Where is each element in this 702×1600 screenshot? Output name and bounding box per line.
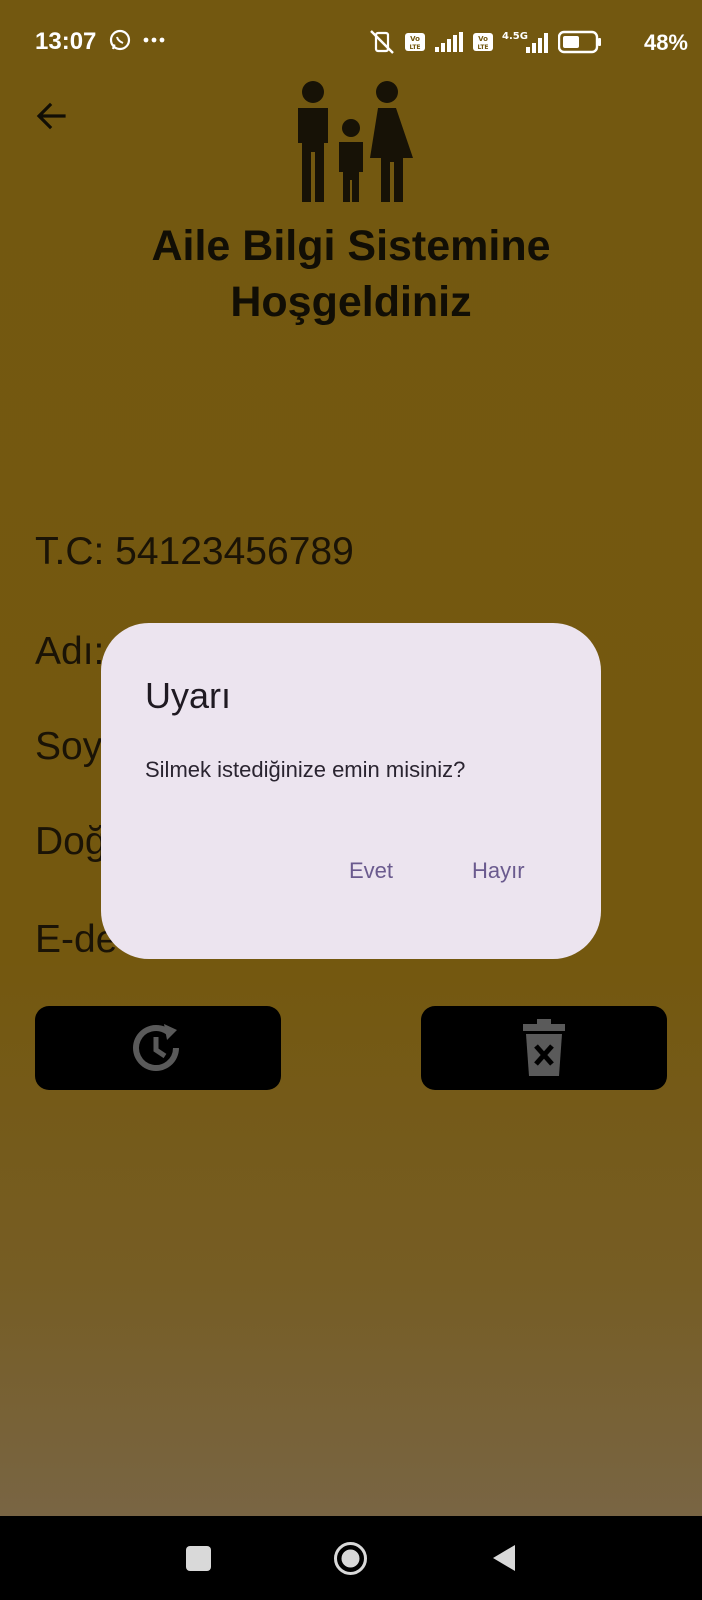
dialog-message: Silmek istediğinize emin misiniz?	[145, 757, 466, 782]
home-button[interactable]	[333, 1541, 368, 1576]
svg-text:Vo: Vo	[410, 35, 420, 43]
status-right-icons: Vo LTE Vo LTE 4.5G	[368, 28, 602, 56]
whatsapp-icon	[109, 29, 131, 51]
confirm-button[interactable]: Evet	[349, 858, 393, 884]
recents-button[interactable]	[186, 1546, 211, 1571]
system-nav-bar	[0, 1516, 702, 1600]
more-dots-icon	[143, 37, 165, 43]
status-time: 13:07	[35, 28, 97, 55]
volte-icon: Vo LTE	[473, 33, 493, 51]
nav-back-button[interactable]	[491, 1543, 517, 1573]
svg-text:4.5G: 4.5G	[502, 31, 528, 42]
svg-text:LTE: LTE	[477, 44, 488, 51]
svg-text:Vo: Vo	[478, 35, 488, 43]
signal-icon	[435, 32, 463, 52]
mute-vibrate-icon	[370, 30, 394, 54]
alert-dialog: Uyarı Silmek istediğinize emin misiniz? …	[101, 623, 601, 959]
battery-icon	[558, 30, 601, 54]
volte-icon: Vo LTE	[405, 33, 425, 51]
network-4_5g-icon: 4.5G	[502, 31, 548, 53]
status-bar: 13:07 Vo LTE Vo LTE 4.5G 48%	[0, 0, 702, 86]
svg-text:LTE: LTE	[409, 44, 420, 51]
status-left-icons	[108, 28, 166, 52]
cancel-button[interactable]: Hayır	[472, 858, 525, 884]
battery-percent: 48%	[643, 30, 688, 55]
dialog-title: Uyarı	[145, 675, 232, 716]
